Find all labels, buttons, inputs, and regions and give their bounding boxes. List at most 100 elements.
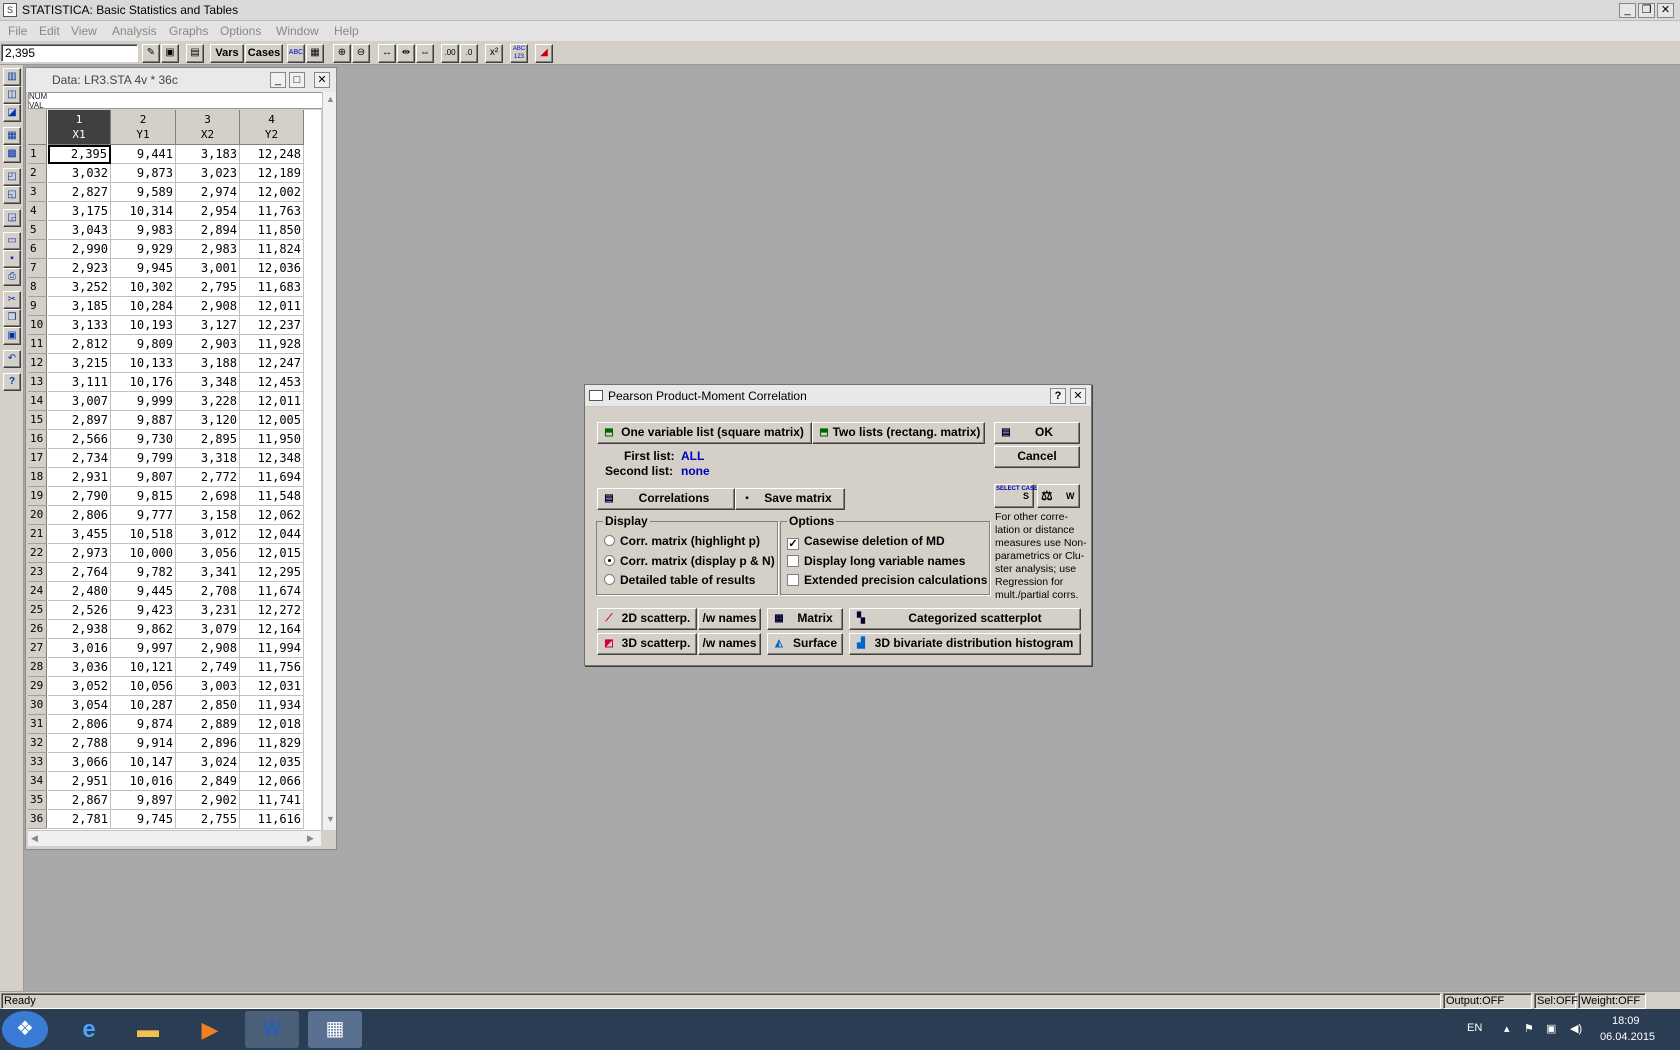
stats-icon[interactable]: ▥ [3, 68, 21, 86]
data-cell[interactable]: 11,994 [240, 639, 304, 658]
data-cell[interactable]: 2,895 [176, 430, 240, 449]
data-cell[interactable]: 2,755 [176, 810, 240, 829]
column-narrow-icon[interactable]: ⇹ [397, 44, 415, 63]
data-cell[interactable]: 12,005 [240, 411, 304, 430]
graph-icon[interactable]: ◢ [535, 44, 553, 63]
data-cell[interactable]: 2,954 [176, 202, 240, 221]
data-cell[interactable]: 11,824 [240, 240, 304, 259]
internet-explorer-icon[interactable]: e [62, 1011, 116, 1048]
data-cell[interactable]: 3,043 [48, 221, 111, 240]
zoom-out-icon[interactable]: ⊖ [352, 44, 370, 63]
data-cell[interactable]: 3,348 [176, 373, 240, 392]
data-maximize-button[interactable]: □ [289, 72, 305, 88]
column-header[interactable]: 4 Y2 [240, 110, 304, 145]
data-cell[interactable]: 2,734 [48, 449, 111, 468]
row-number[interactable]: 5 [28, 221, 47, 240]
data-cell[interactable]: 10,147 [111, 753, 176, 772]
row-number[interactable]: 3 [28, 183, 47, 202]
data-cell[interactable]: 10,016 [111, 772, 176, 791]
data-cell[interactable]: 9,997 [111, 639, 176, 658]
categorized-scatterplot-button[interactable]: ▚ Categorized scatterplot [849, 608, 1081, 630]
one-variable-list-button[interactable]: ⬒ One variable list (square matrix) [597, 422, 812, 444]
row-number[interactable]: 30 [28, 696, 47, 715]
data-cell[interactable]: 3,215 [48, 354, 111, 373]
data-cell[interactable]: 11,934 [240, 696, 304, 715]
scatter2d-names-button[interactable]: /w names [698, 608, 761, 630]
row-number[interactable]: 20 [28, 506, 47, 525]
data-cell[interactable]: 11,950 [240, 430, 304, 449]
radio-highlight-p[interactable]: Corr. matrix (highlight p) [604, 534, 760, 548]
data-cell[interactable]: 9,745 [111, 810, 176, 829]
matrix-icon[interactable]: ▩ [3, 145, 21, 163]
row-number[interactable]: 32 [28, 734, 47, 753]
row-number[interactable]: 2 [28, 164, 47, 183]
data-cell[interactable]: 9,809 [111, 335, 176, 354]
matrix-plot-button[interactable]: ▦ Matrix [767, 608, 843, 630]
table-icon[interactable]: ▦ [3, 127, 21, 145]
data-cell[interactable]: 2,795 [176, 278, 240, 297]
row-number[interactable]: 16 [28, 430, 47, 449]
data-cell[interactable]: 11,683 [240, 278, 304, 297]
decimal-increase-icon[interactable]: .00 [441, 44, 459, 63]
data-cell[interactable]: 10,302 [111, 278, 176, 297]
row-number[interactable]: 36 [28, 810, 47, 829]
dialog-help-button[interactable]: ? [1050, 388, 1066, 404]
data-cell[interactable]: 2,806 [48, 506, 111, 525]
data-cell[interactable]: 3,012 [176, 525, 240, 544]
print-icon[interactable]: ⎙ [3, 268, 21, 286]
data-cell[interactable]: 2,973 [48, 544, 111, 563]
row-number[interactable]: 15 [28, 411, 47, 430]
vertical-scrollbar[interactable]: ▲ ▼ [322, 92, 336, 830]
start-button-icon[interactable]: ❖ [2, 1011, 48, 1048]
layout-icon[interactable]: ◲ [3, 209, 21, 227]
data-cell[interactable]: 12,011 [240, 392, 304, 411]
data-cell[interactable]: 10,518 [111, 525, 176, 544]
menu-analysis[interactable]: Analysis [112, 24, 157, 38]
undo-icon[interactable]: ↶ [3, 350, 21, 368]
row-number[interactable]: 1 [28, 145, 47, 164]
correlations-button[interactable]: ▤ Correlations [597, 488, 735, 510]
word-icon[interactable]: W [245, 1011, 299, 1048]
restore-button[interactable]: ❐ [1638, 3, 1655, 18]
data-cell[interactable]: 9,929 [111, 240, 176, 259]
surface-plot-button[interactable]: ◭ Surface [767, 633, 843, 655]
data-cell[interactable]: 3,252 [48, 278, 111, 297]
data-cell[interactable]: 2,902 [176, 791, 240, 810]
data-cell[interactable]: 2,812 [48, 335, 111, 354]
radio-detailed-table[interactable]: Detailed table of results [604, 573, 755, 587]
data-cell[interactable]: 2,790 [48, 487, 111, 506]
row-number[interactable]: 4 [28, 202, 47, 221]
data-cell[interactable]: 12,453 [240, 373, 304, 392]
data-cell[interactable]: 3,024 [176, 753, 240, 772]
data-cell[interactable]: 2,990 [48, 240, 111, 259]
cut-icon[interactable]: ✂ [3, 291, 21, 309]
data-cell[interactable]: 12,348 [240, 449, 304, 468]
data-cell[interactable]: 3,188 [176, 354, 240, 373]
copy-icon[interactable]: ❐ [3, 309, 21, 327]
menu-options[interactable]: Options [220, 24, 261, 38]
scatterplot-3d-button[interactable]: ◩ 3D scatterp. [597, 633, 697, 655]
data-cell[interactable]: 3,056 [176, 544, 240, 563]
data-cell[interactable]: 3,001 [176, 259, 240, 278]
data-cell[interactable]: 2,806 [48, 715, 111, 734]
data-cell[interactable]: 9,914 [111, 734, 176, 753]
row-number[interactable]: 27 [28, 639, 47, 658]
data-cell[interactable]: 12,295 [240, 563, 304, 582]
data-cell[interactable]: 12,031 [240, 677, 304, 696]
data-cell[interactable]: 2,781 [48, 810, 111, 829]
row-number[interactable]: 14 [28, 392, 47, 411]
abc-button[interactable]: ABC [287, 44, 305, 63]
data-window-titlebar[interactable]: Data: LR3.STA 4v * 36c _ □ ✕ [26, 68, 336, 92]
status-output[interactable]: Output:OFF [1443, 993, 1532, 1009]
data-cell[interactable]: 10,287 [111, 696, 176, 715]
data-close-button[interactable]: ✕ [314, 72, 330, 88]
row-number[interactable]: 34 [28, 772, 47, 791]
row-number[interactable]: 7 [28, 259, 47, 278]
active-cell[interactable]: 2,395 [48, 145, 111, 164]
data-cell[interactable]: 9,589 [111, 183, 176, 202]
data-cell[interactable]: 12,062 [240, 506, 304, 525]
data-cell[interactable]: 10,193 [111, 316, 176, 335]
data-cell[interactable]: 3,455 [48, 525, 111, 544]
data-cell[interactable]: 11,741 [240, 791, 304, 810]
data-cell[interactable]: 9,945 [111, 259, 176, 278]
